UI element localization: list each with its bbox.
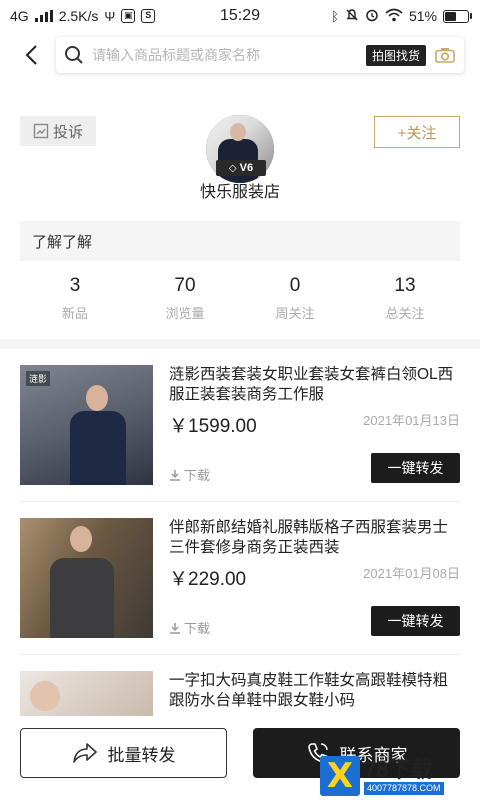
- download-label: 下载: [184, 621, 211, 636]
- batch-forward-label: 批量转发: [107, 745, 176, 765]
- download-icon: [170, 622, 180, 634]
- one-click-forward-button[interactable]: 一键转发: [371, 453, 460, 483]
- diamond-icon: ◇: [228, 162, 237, 174]
- stat-value: 13: [394, 275, 416, 296]
- shop-stats: 3 新品 70 浏览量 0 周关注 13 总关注: [0, 273, 480, 333]
- battery-percent: 51%: [408, 8, 437, 24]
- batch-forward-button[interactable]: 批量转发: [20, 728, 227, 778]
- list-item[interactable]: 涟影 涟影西装套装女职业套装女套裤白领OL西服正装套装商务工作服 ￥1599.0…: [20, 349, 460, 502]
- stat-value: 0: [289, 275, 301, 296]
- stat-label: 周关注: [275, 306, 315, 321]
- section-divider: [0, 339, 480, 349]
- stat-label: 总关注: [385, 306, 425, 321]
- battery-icon: [443, 9, 472, 23]
- network-type: 4G: [10, 8, 29, 24]
- shop-name: 快乐服装店: [199, 184, 280, 201]
- report-icon: [33, 123, 49, 139]
- shop-profile: 投诉 ◇ V6 +关注 快乐服装店: [0, 115, 480, 221]
- stat-label: 浏览量: [165, 306, 205, 321]
- usb-icon: Ψ: [104, 8, 116, 24]
- alarm-icon: [365, 8, 379, 25]
- site-watermark: X 78下载 4007787878.COM: [320, 754, 476, 798]
- vip-badge: ◇ V6: [216, 160, 266, 176]
- camera-icon[interactable]: [434, 44, 456, 66]
- stat-new-products: 3 新品: [20, 273, 130, 333]
- back-button[interactable]: [18, 37, 44, 73]
- chevron-left-icon: [25, 45, 37, 65]
- download-button[interactable]: 下载: [169, 465, 210, 484]
- product-image[interactable]: [20, 518, 153, 638]
- stat-total-follows: 13 总关注: [350, 273, 460, 333]
- app-notification-icon: ▣: [121, 9, 136, 23]
- product-image[interactable]: 涟影: [20, 365, 153, 485]
- mute-icon: [345, 8, 359, 25]
- photo-search-button[interactable]: 拍图找货: [365, 44, 426, 66]
- network-speed: 2.5K/s: [58, 8, 99, 24]
- watermark-brand: 78下载: [364, 756, 433, 782]
- status-bar: 4G 2.5K/s Ψ ▣ S 15:29 ᛒ 51%: [0, 0, 480, 32]
- watermark-site: 4007787878.COM: [364, 781, 444, 795]
- search-icon: [65, 46, 83, 64]
- stat-views: 70 浏览量: [130, 273, 240, 333]
- stat-label: 新品: [61, 306, 88, 321]
- watermark-logo: X: [320, 756, 360, 796]
- download-label: 下载: [184, 468, 211, 483]
- stat-value: 70: [174, 275, 196, 296]
- wifi-icon: [385, 8, 403, 25]
- stat-value: 3: [69, 275, 81, 296]
- share-icon: [72, 743, 97, 763]
- download-icon: [170, 469, 180, 481]
- product-date: 2021年01月08日: [363, 566, 460, 581]
- signal-icon: [34, 10, 53, 22]
- complain-button[interactable]: 投诉: [20, 116, 96, 146]
- search-header: 请输入商品标题或商家名称 拍图找货: [0, 32, 480, 78]
- product-title[interactable]: 伴郎新郎结婚礼服韩版格子西服套装男士三件套修身商务正装西装: [169, 518, 460, 558]
- product-title[interactable]: 一字扣大码真皮鞋工作鞋女高跟鞋模特粗跟防水台单鞋中跟女鞋小码: [169, 671, 460, 711]
- shop-intro: 了解了解: [20, 221, 460, 261]
- bluetooth-icon: ᛒ: [331, 8, 339, 24]
- one-click-forward-button[interactable]: 一键转发: [371, 606, 460, 636]
- stat-weekly-follows: 0 周关注: [240, 273, 350, 333]
- download-button[interactable]: 下载: [169, 618, 210, 637]
- vip-level: V6: [239, 162, 254, 174]
- complain-label: 投诉: [52, 123, 83, 141]
- search-input[interactable]: 请输入商品标题或商家名称 拍图找货: [56, 37, 464, 73]
- list-item[interactable]: 伴郎新郎结婚礼服韩版格子西服套装男士三件套修身商务正装西装 ￥229.00 20…: [20, 502, 460, 655]
- follow-button[interactable]: +关注: [374, 116, 460, 148]
- search-placeholder: 请输入商品标题或商家名称: [92, 47, 260, 63]
- sync-notification-icon: S: [141, 9, 156, 23]
- product-title[interactable]: 涟影西装套装女职业套装女套裤白领OL西服正装套装商务工作服: [169, 365, 460, 405]
- thumb-brand-tag: 涟影: [26, 371, 51, 386]
- product-date: 2021年01月13日: [363, 413, 460, 428]
